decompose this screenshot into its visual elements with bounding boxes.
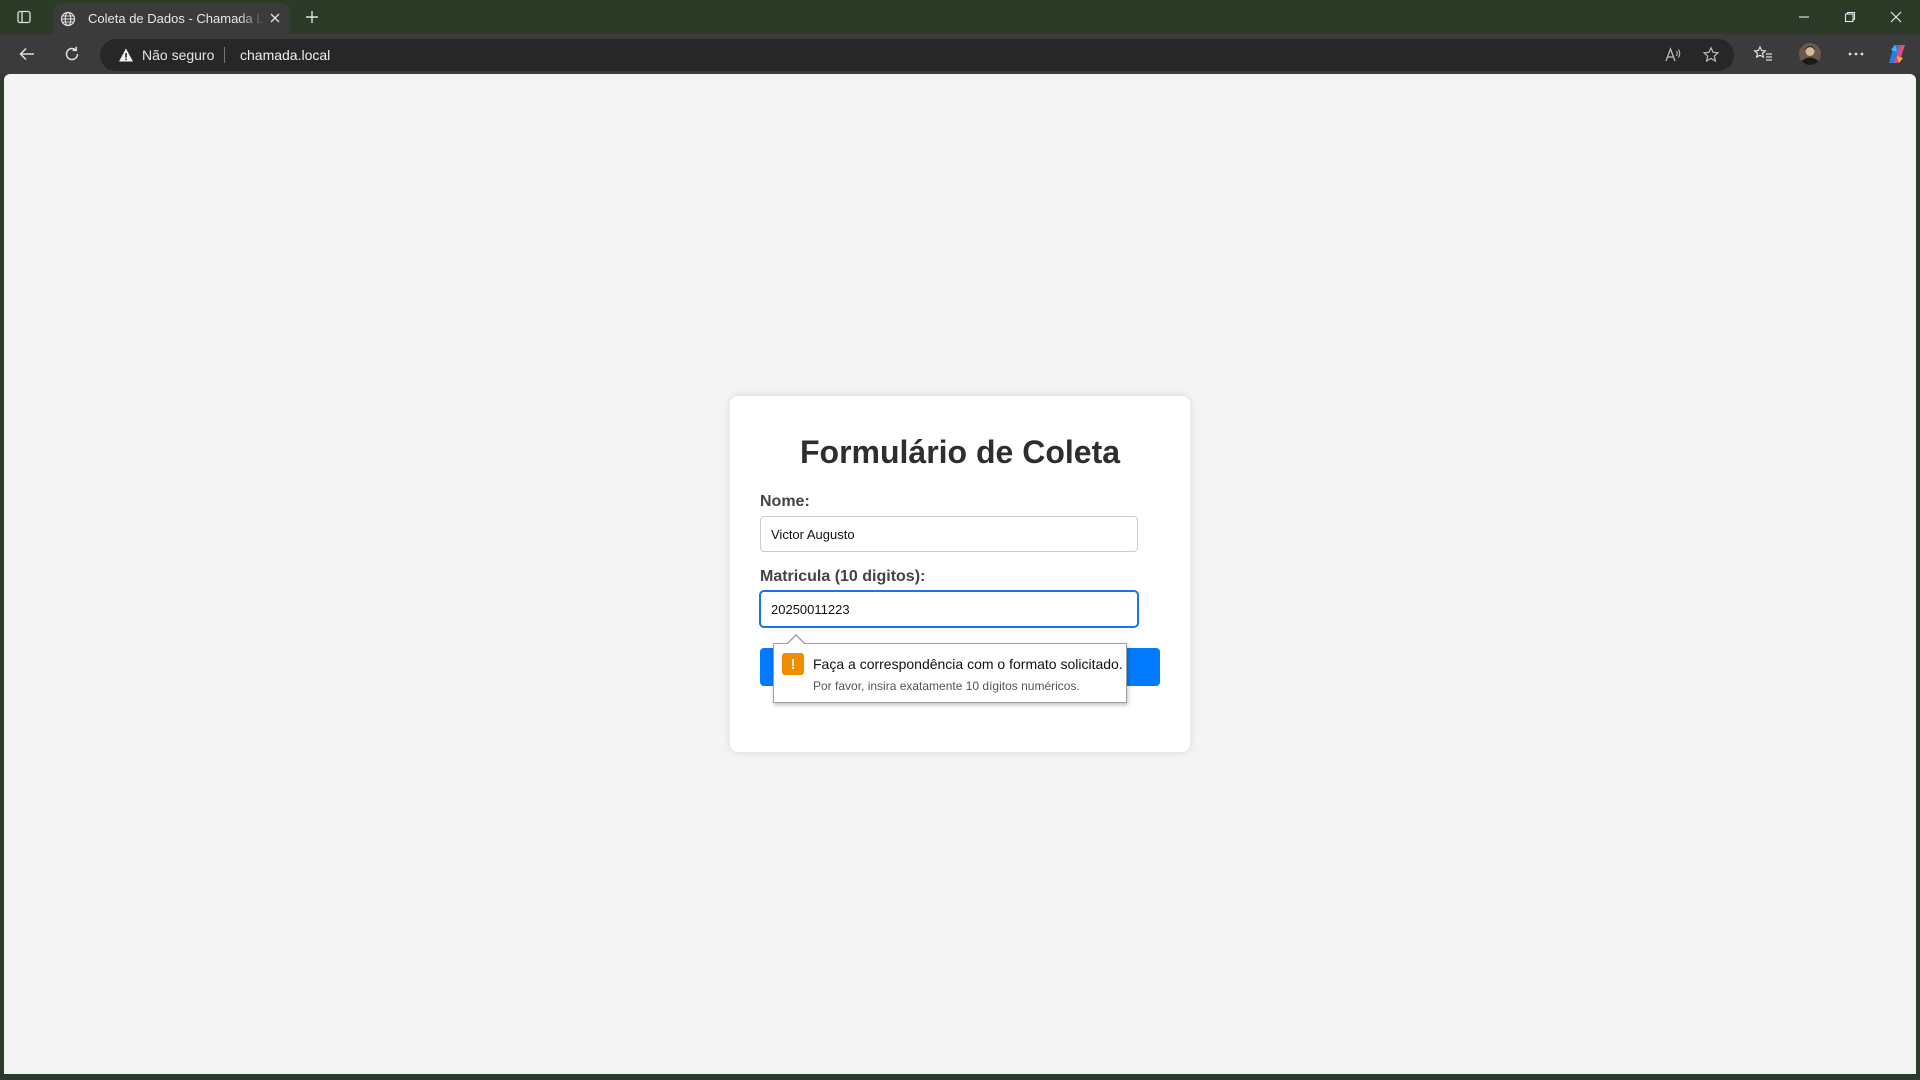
security-label[interactable]: Não seguro — [142, 47, 214, 63]
url-text[interactable]: chamada.local — [240, 47, 330, 63]
globe-icon — [58, 9, 78, 29]
name-input[interactable] — [760, 516, 1138, 552]
address-bar[interactable]: Não seguro chamada.local — [100, 39, 1734, 71]
read-aloud-icon[interactable] — [1660, 43, 1686, 67]
page-viewport: Formulário de Coleta Nome: Matricula (10… — [4, 74, 1916, 1074]
name-label: Nome: — [760, 493, 810, 510]
validation-tooltip: ! Faça a correspondência com o formato s… — [773, 634, 1127, 703]
close-tab-icon[interactable] — [266, 9, 284, 27]
warning-icon — [119, 48, 133, 62]
form-card: Formulário de Coleta Nome: Matricula (10… — [730, 396, 1190, 752]
tab-title: Coleta de Dados - Chamada Local — [88, 11, 265, 26]
copilot-icon[interactable] — [1882, 39, 1912, 69]
more-options-icon[interactable] — [1841, 39, 1871, 69]
validation-hint: Por favor, insira exatamente 10 dígitos … — [813, 679, 1080, 693]
tab-actions-icon[interactable] — [12, 6, 36, 28]
restore-icon[interactable] — [1827, 0, 1873, 34]
validation-message: Faça a correspondência com o formato sol… — [813, 656, 1123, 672]
reload-icon[interactable] — [57, 39, 87, 69]
matricula-label: Matricula (10 digitos): — [760, 568, 926, 585]
profile-avatar[interactable] — [1795, 39, 1825, 69]
star-icon[interactable] — [1698, 43, 1724, 67]
form-title: Formulário de Coleta — [799, 434, 1121, 470]
favorites-icon[interactable] — [1748, 39, 1778, 69]
matricula-input[interactable] — [760, 591, 1138, 627]
tooltip-arrow-inner — [787, 636, 805, 645]
minimize-icon[interactable] — [1781, 0, 1827, 34]
tab-strip: Coleta de Dados - Chamada Local — [0, 0, 1920, 34]
back-arrow-icon[interactable] — [12, 39, 42, 69]
exclamation-icon: ! — [782, 653, 804, 675]
address-separator — [224, 47, 225, 63]
new-tab-icon[interactable] — [300, 6, 324, 28]
active-tab[interactable]: Coleta de Dados - Chamada Local — [53, 3, 290, 34]
close-window-icon[interactable] — [1873, 0, 1919, 34]
